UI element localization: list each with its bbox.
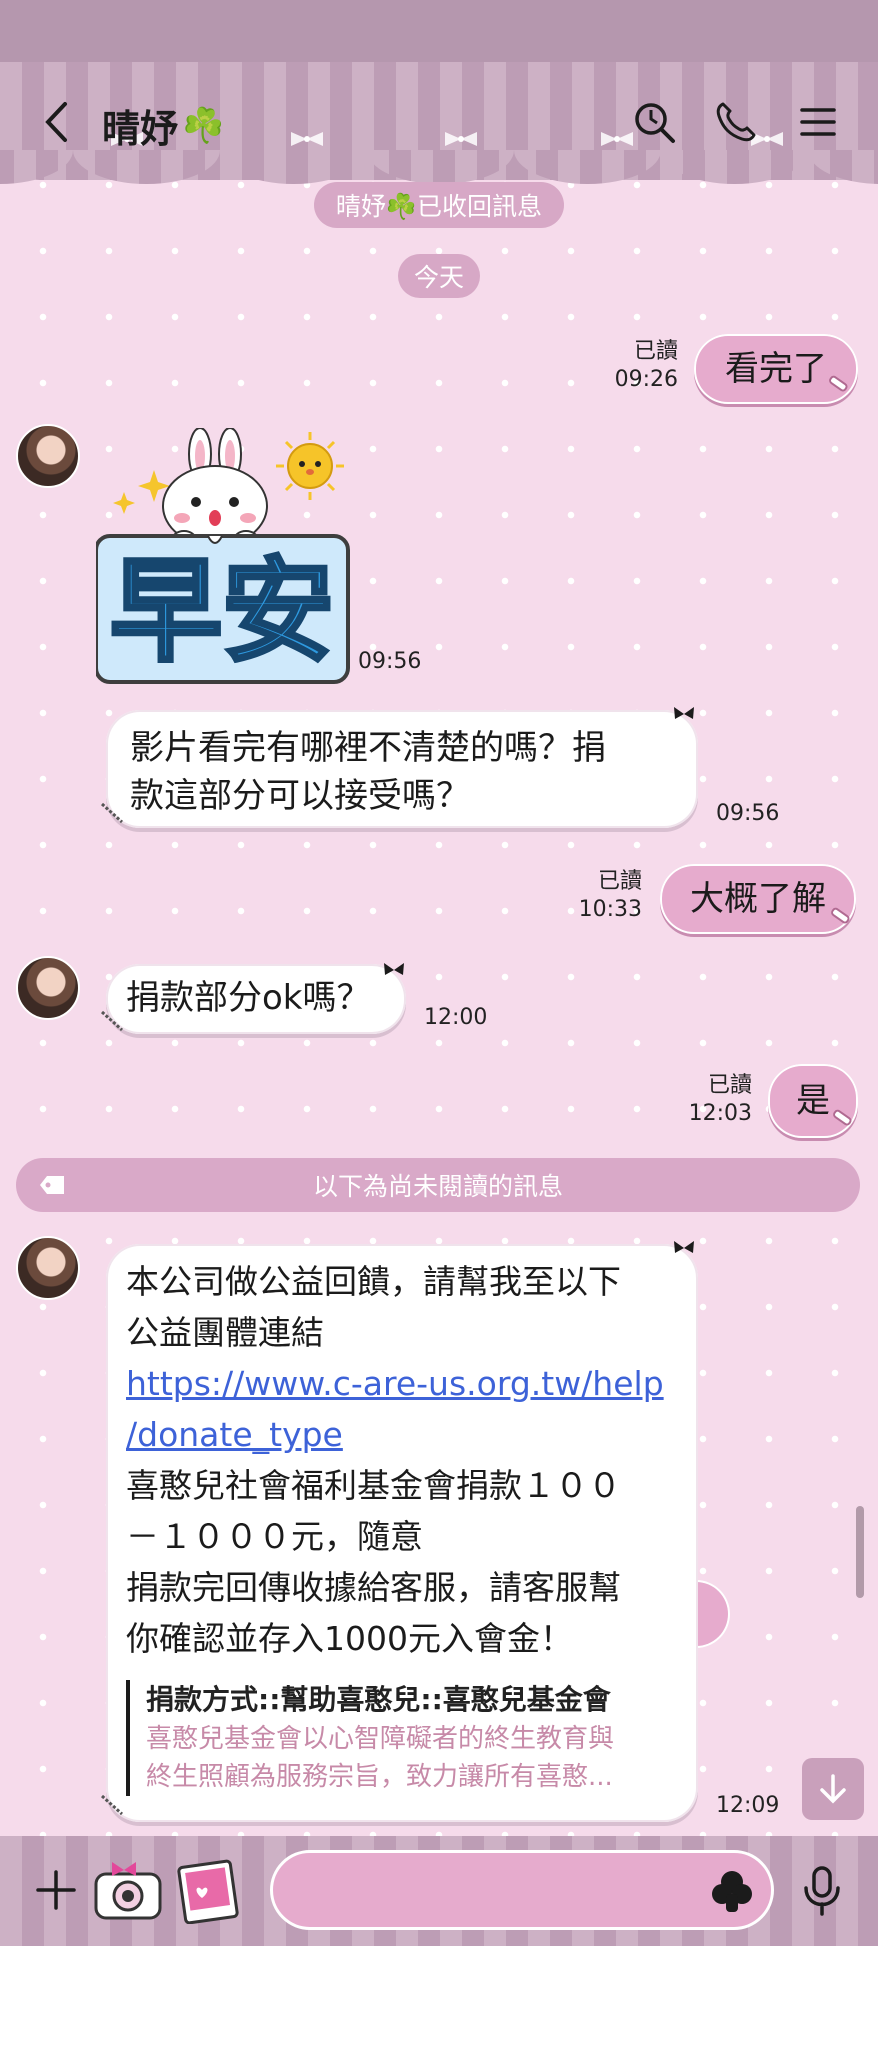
message-line: －１０００元，隨意: [126, 1517, 423, 1556]
sparkle-icon: [113, 470, 170, 514]
sticker-text: 早安: [110, 547, 334, 677]
donation-link[interactable]: https://www.c-are-us.org.tw/help: [126, 1358, 678, 1409]
message-time: 12:09: [716, 1793, 780, 1818]
read-receipt: 已讀: [707, 1073, 752, 1098]
incoming-message[interactable]: 捐款部分ok嗎？: [106, 964, 406, 1034]
bunny-icon: [162, 428, 268, 550]
unread-divider-label: 以下為尚未閱讀的訊息: [312, 1172, 563, 1201]
message-time: 12:00: [424, 1005, 488, 1030]
link-preview[interactable]: 捐款方式::幫助喜憨兒::喜憨兒基金會 喜憨兒基金會以心智障礙者的終生教育與 終…: [126, 1680, 678, 1796]
sticker-icon[interactable]: [708, 1866, 756, 1914]
ribbon-decoration-icon: [674, 707, 694, 719]
chain-decoration-icon: [100, 1010, 124, 1032]
scrollbar[interactable]: [856, 1506, 864, 1598]
message-time: 09:56: [358, 649, 422, 674]
status-bar: [0, 0, 878, 62]
avatar[interactable]: [16, 1236, 80, 1300]
bow-decoration-icon: [601, 132, 633, 146]
microphone-icon[interactable]: [800, 1864, 844, 1916]
ribbon-decoration-icon: [674, 1241, 694, 1253]
message-line: 本公司做公益回饋，請幫我至以下: [126, 1262, 621, 1301]
message-line: 捐款完回傳收據給客服，請客服幫: [126, 1568, 621, 1607]
message-line: 你確認並存入1000元入會金！: [126, 1619, 573, 1658]
unread-divider: 以下為尚未閱讀的訊息: [16, 1158, 860, 1212]
message-line: 款這部分可以接受嗎？: [130, 776, 470, 816]
bow-decoration-icon: [291, 132, 323, 146]
message-time: 10:33: [578, 897, 642, 922]
clover-icon: ☘️: [182, 105, 225, 146]
back-chevron-icon: [45, 102, 67, 142]
scroll-to-bottom-button[interactable]: [802, 1758, 864, 1820]
photo-icon[interactable]: [176, 1856, 240, 1924]
incoming-message[interactable]: 影片看完有哪裡不清楚的嗎？捐 款這部分可以接受嗎？: [106, 710, 698, 828]
camera-icon[interactable]: [92, 1856, 164, 1924]
avatar[interactable]: [16, 956, 80, 1020]
back-button[interactable]: [36, 96, 76, 148]
outgoing-message[interactable]: 大概了解: [660, 864, 856, 934]
date-separator: 今天: [398, 254, 480, 298]
chain-decoration-icon: [100, 1794, 124, 1816]
bow-decoration-icon: [445, 132, 477, 146]
message-line: 喜憨兒社會福利基金會捐款１００: [126, 1466, 621, 1505]
message-line: 公益團體連結: [126, 1313, 324, 1352]
incoming-message[interactable]: 本公司做公益回饋，請幫我至以下 公益團體連結 https://www.c-are…: [106, 1244, 698, 1822]
ribbon-decoration-icon: [384, 963, 404, 975]
link-preview-description: 終生照顧為服務宗旨，致力讓所有喜憨...: [146, 1762, 613, 1792]
sticker-good-morning[interactable]: 早安: [96, 428, 350, 684]
sun-icon: [287, 443, 333, 489]
arrow-down-icon: [820, 1774, 846, 1804]
tag-icon: [40, 1176, 64, 1194]
message-line: 影片看完有哪裡不清楚的嗎？捐: [130, 728, 606, 768]
avatar[interactable]: [16, 424, 80, 488]
donation-link[interactable]: /donate_type: [126, 1409, 678, 1460]
recalled-notice: 晴妤☘️已收回訊息: [314, 182, 564, 228]
link-preview-description: 喜憨兒基金會以心智障礙者的終生教育與: [146, 1724, 615, 1754]
menu-icon[interactable]: [796, 100, 840, 144]
message-input[interactable]: [270, 1850, 774, 1930]
contact-name: 晴妤: [102, 107, 179, 151]
pin-decoration-icon: [833, 1109, 852, 1126]
pin-decoration-icon: [831, 907, 850, 924]
message-meta: 已讀 10:33: [570, 868, 642, 924]
read-receipt: 已讀: [597, 869, 642, 894]
message-meta: 已讀 09:26: [606, 338, 678, 394]
message-time: 09:26: [614, 367, 678, 392]
chain-decoration-icon: [100, 802, 124, 824]
chat-screen: 晴妤 ☘️ 晴妤☘️已收回訊息 今天 已讀 09:26 看完了 早安 09:56…: [0, 0, 878, 1946]
read-receipt: 已讀: [633, 339, 678, 364]
message-time: 09:56: [716, 801, 780, 826]
chat-title: 晴妤 ☘️: [102, 98, 224, 153]
phone-icon[interactable]: [714, 100, 758, 144]
search-icon[interactable]: [632, 100, 676, 144]
link-preview-title: 捐款方式::幫助喜憨兒::喜憨兒基金會: [146, 1683, 611, 1716]
message-meta: 已讀 12:03: [680, 1072, 752, 1128]
plus-icon[interactable]: [34, 1868, 78, 1912]
pin-decoration-icon: [829, 375, 848, 392]
message-time: 12:03: [688, 1101, 752, 1126]
